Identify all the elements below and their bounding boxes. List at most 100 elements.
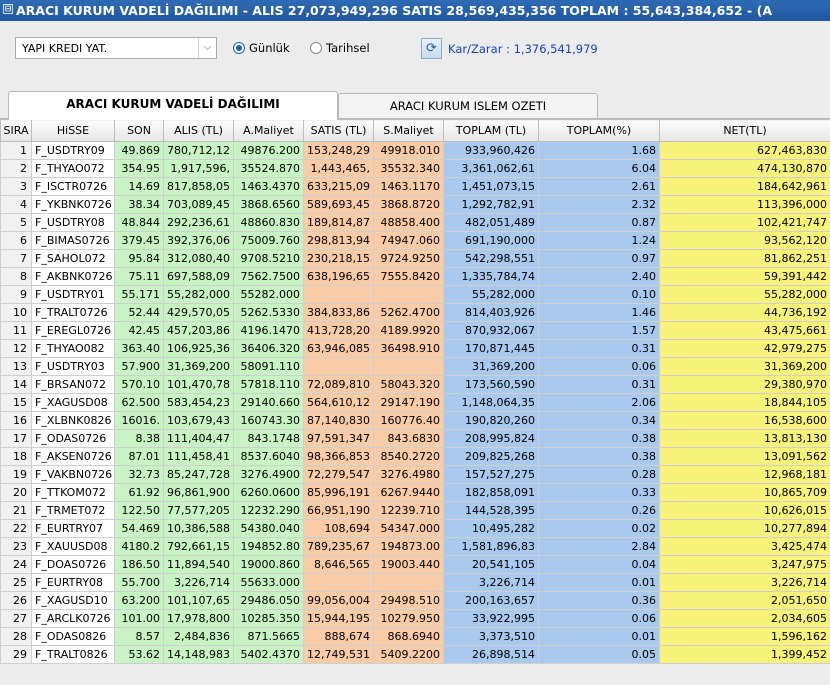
cell-toplam-pct[interactable]: 0.31 [538,339,660,358]
cell-a-maliyet[interactable]: 5402.4370 [233,645,304,664]
cell-son[interactable]: 379.45 [114,231,164,250]
cell-sira[interactable]: 20 [0,483,32,502]
cell-son[interactable]: 8.57 [114,627,164,646]
cell-hisse[interactable]: F_XAUUSD08 [31,537,115,556]
cell-satis[interactable]: 99,056,004 [303,591,374,610]
cell-s-maliyet[interactable]: 868.6940 [373,627,444,646]
window-menu-icon[interactable]: ⊟ [3,4,13,14]
cell-son[interactable]: 54.469 [114,519,164,538]
cell-son[interactable]: 53.62 [114,645,164,664]
cell-sira[interactable]: 14 [0,375,32,394]
cell-alis[interactable]: 106,925,36 [163,339,234,358]
cell-toplam-pct[interactable]: 2.61 [538,177,660,196]
cell-alis[interactable]: 392,376,06 [163,231,234,250]
cell-toplam[interactable]: 1,148,064,35 [443,393,539,412]
cell-satis[interactable]: 789,235,67 [303,537,374,556]
cell-toplam[interactable]: 3,373,510 [443,627,539,646]
cell-son[interactable]: 57.900 [114,357,164,376]
cell-satis[interactable] [303,285,374,304]
cell-a-maliyet[interactable]: 35524.870 [233,159,304,178]
cell-a-maliyet[interactable]: 36406.320 [233,339,304,358]
cell-toplam[interactable]: 1,335,784,74 [443,267,539,286]
cell-net[interactable]: 3,425,474 [659,537,830,556]
cell-a-maliyet[interactable]: 160743.30 [233,411,304,430]
cell-s-maliyet[interactable]: 843.6830 [373,429,444,448]
cell-son[interactable]: 52.44 [114,303,164,322]
cell-hisse[interactable]: F_ODAS0726 [31,429,115,448]
cell-son[interactable]: 16016. [114,411,164,430]
cell-toplam[interactable]: 870,932,067 [443,321,539,340]
cell-s-maliyet[interactable]: 48858.400 [373,213,444,232]
cell-toplam[interactable]: 1,581,896,83 [443,537,539,556]
cell-toplam[interactable]: 209,825,268 [443,447,539,466]
cell-toplam-pct[interactable]: 0.04 [538,555,660,574]
cell-hisse[interactable]: F_ODAS0826 [31,627,115,646]
cell-net[interactable]: 59,391,442 [659,267,830,286]
cell-hisse[interactable]: F_TRMET072 [31,501,115,520]
cell-net[interactable]: 12,968,181 [659,465,830,484]
cell-alis[interactable]: 792,661,15 [163,537,234,556]
cell-toplam-pct[interactable]: 0.38 [538,429,660,448]
cell-alis[interactable]: 1,917,596, [163,159,234,178]
cell-alis[interactable]: 817,858,05 [163,177,234,196]
cell-toplam-pct[interactable]: 1.68 [538,141,660,160]
cell-sira[interactable]: 25 [0,573,32,592]
cell-s-maliyet[interactable]: 8540.2720 [373,447,444,466]
table-row[interactable]: 11 F_EREGL0726 42.45 457,203,86 4196.1470 413… [0,321,830,340]
cell-s-maliyet[interactable]: 160776.40 [373,411,444,430]
cell-satis[interactable]: 384,833,86 [303,303,374,322]
cell-net[interactable]: 16,538,600 [659,411,830,430]
table-row[interactable]: 5 F_USDTRY08 48.844 292,236,61 48860.830 189,… [0,213,830,232]
cell-hisse[interactable]: F_USDTRY03 [31,357,115,376]
cell-satis[interactable]: 98,366,853 [303,447,374,466]
cell-alis[interactable]: 96,861,900 [163,483,234,502]
table-row[interactable]: 26 F_XAGUSD10 63.200 101,107,65 29486.050 99,… [0,591,830,610]
cell-son[interactable]: 101.00 [114,609,164,628]
column-header-alis[interactable]: ALIS (TL) [163,119,234,142]
cell-satis[interactable]: 888,674 [303,627,374,646]
table-row[interactable]: 15 F_XAGUSD08 62.500 583,454,23 29140.660 564… [0,393,830,412]
cell-toplam[interactable]: 31,369,200 [443,357,539,376]
cell-sira[interactable]: 16 [0,411,32,430]
table-row[interactable]: 28 F_ODAS0826 8.57 2,484,836 871.5665 888,674… [0,627,830,646]
cell-s-maliyet[interactable]: 29147.190 [373,393,444,412]
column-header-satis[interactable]: SATIS (TL) [303,119,374,142]
cell-sira[interactable]: 3 [0,177,32,196]
cell-satis[interactable]: 63,946,085 [303,339,374,358]
cell-s-maliyet[interactable]: 74947.060 [373,231,444,250]
cell-hisse[interactable]: F_USDTRY09 [31,141,115,160]
cell-net[interactable]: 93,562,120 [659,231,830,250]
cell-a-maliyet[interactable]: 4196.1470 [233,321,304,340]
table-row[interactable]: 1 F_USDTRY09 49.869 780,712,12 49876.200 153,… [0,141,830,160]
cell-satis[interactable] [303,573,374,592]
cell-toplam-pct[interactable]: 0.06 [538,357,660,376]
cell-toplam-pct[interactable]: 0.10 [538,285,660,304]
cell-a-maliyet[interactable]: 6260.0600 [233,483,304,502]
cell-a-maliyet[interactable]: 3276.4900 [233,465,304,484]
cell-alis[interactable]: 11,894,540 [163,555,234,574]
cell-a-maliyet[interactable]: 194852.80 [233,537,304,556]
cell-hisse[interactable]: F_TRALT0726 [31,303,115,322]
cell-sira[interactable]: 12 [0,339,32,358]
cell-toplam[interactable]: 200,163,657 [443,591,539,610]
cell-alis[interactable]: 111,458,41 [163,447,234,466]
cell-alis[interactable]: 17,978,800 [163,609,234,628]
cell-hisse[interactable]: F_BIMAS0726 [31,231,115,250]
cell-alis[interactable]: 457,203,86 [163,321,234,340]
cell-alis[interactable]: 31,369,200 [163,357,234,376]
cell-net[interactable]: 3,226,714 [659,573,830,592]
cell-hisse[interactable]: F_ISCTR0726 [31,177,115,196]
cell-toplam[interactable]: 482,051,489 [443,213,539,232]
cell-sira[interactable]: 1 [0,141,32,160]
cell-toplam[interactable]: 26,898,514 [443,645,539,664]
cell-sira[interactable]: 19 [0,465,32,484]
cell-net[interactable]: 1,399,452 [659,645,830,664]
cell-son[interactable]: 8.38 [114,429,164,448]
cell-sira[interactable]: 9 [0,285,32,304]
cell-a-maliyet[interactable]: 5262.5330 [233,303,304,322]
cell-toplam-pct[interactable]: 1.24 [538,231,660,250]
cell-s-maliyet[interactable]: 12239.710 [373,501,444,520]
tab-islem-ozeti[interactable]: ARACI KURUM ISLEM OZETI [338,93,598,119]
cell-s-maliyet[interactable]: 49918.010 [373,141,444,160]
cell-net[interactable]: 184,642,961 [659,177,830,196]
